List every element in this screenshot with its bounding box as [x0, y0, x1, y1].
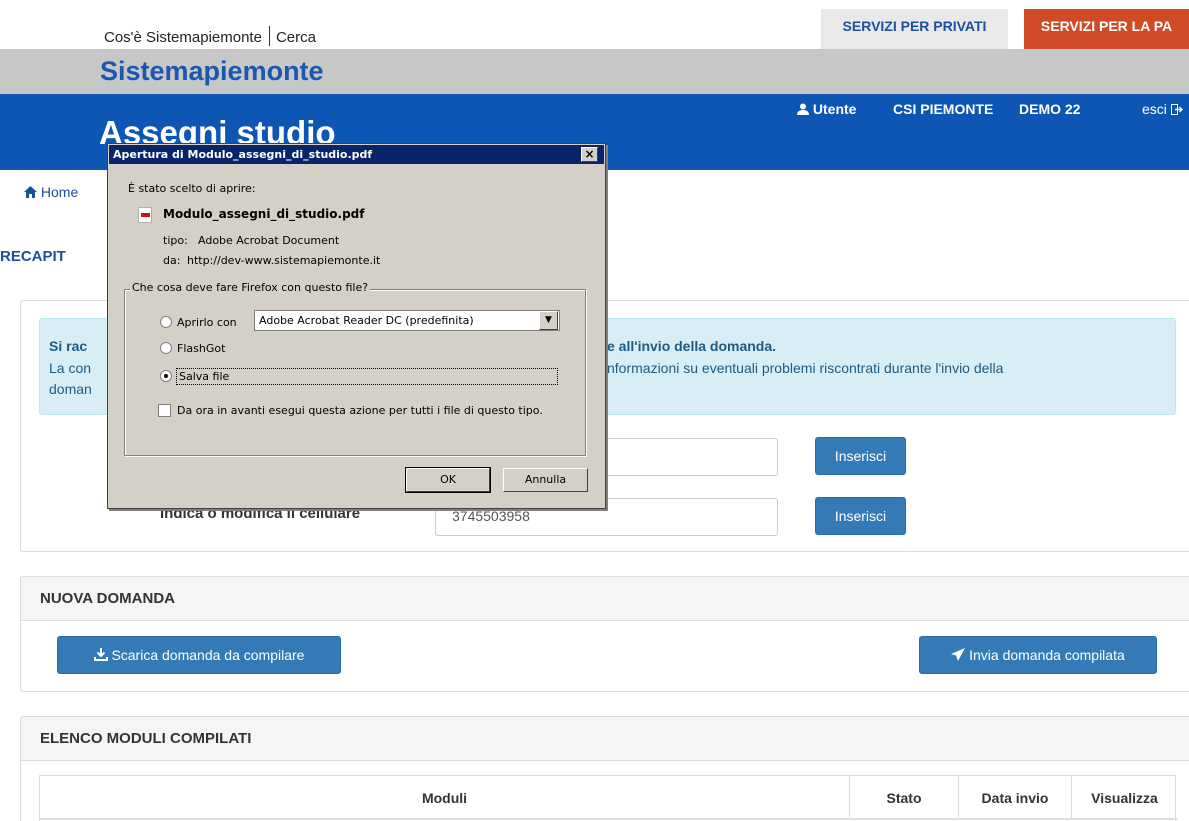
- send-icon: [951, 648, 966, 661]
- file-source-value: http://dev-www.sistemapiemonte.it: [187, 254, 381, 267]
- insert-cellphone-button[interactable]: Inserisci: [815, 497, 906, 535]
- tab-private-services[interactable]: SERVIZI PER PRIVATI: [821, 9, 1008, 49]
- user-icon: [797, 103, 809, 115]
- download-icon: [93, 648, 108, 661]
- file-source-label: da:: [163, 254, 181, 267]
- pdf-file-icon: [138, 207, 152, 223]
- open-file-dialog: Apertura di Modulo_assegni_di_studio.pdf…: [107, 143, 606, 509]
- alert-line2-start: La con: [49, 360, 92, 376]
- logout-link[interactable]: esci: [1142, 101, 1183, 117]
- logout-label: esci: [1142, 101, 1167, 117]
- user-label: Utente: [812, 101, 857, 117]
- new-application-title: NUOVA DOMANDA: [40, 590, 175, 607]
- forms-table: Moduli Stato Data invio Visualizza: [39, 775, 1177, 821]
- download-label: Scarica domanda da compilare: [111, 647, 305, 663]
- open-with-select[interactable]: Adobe Acrobat Reader DC (predefinita): [254, 310, 560, 331]
- profile-name: DEMO 22: [1019, 101, 1081, 117]
- file-type-value: Adobe Acrobat Document: [198, 234, 340, 247]
- tab-pa-services[interactable]: SERVIZI PER LA PA: [1024, 9, 1189, 49]
- remember-choice-checkbox[interactable]: [158, 404, 171, 417]
- action-group-title: Che cosa deve fare Firefox con questo fi…: [130, 281, 371, 294]
- file-name: Modulo_assegni_di_studio.pdf: [163, 207, 365, 221]
- download-application-button[interactable]: Scarica domanda da compilare: [57, 636, 341, 674]
- open-with-radio[interactable]: [160, 316, 172, 328]
- file-type-label: tipo:: [163, 234, 188, 247]
- home-icon: [24, 186, 37, 198]
- insert-email-button[interactable]: Inserisci: [815, 437, 906, 475]
- save-file-label[interactable]: Salva file: [176, 368, 558, 385]
- filled-forms-title: ELENCO MODULI COMPILATI: [40, 730, 252, 747]
- column-header-modules[interactable]: Moduli: [40, 776, 850, 820]
- remember-choice-label[interactable]: Da ora in avanti esegui questa azione pe…: [177, 404, 543, 417]
- ok-button[interactable]: OK: [405, 467, 491, 493]
- alert-line1-end: e all'invio della domanda.: [607, 338, 777, 354]
- flashgot-label[interactable]: FlashGot: [177, 342, 225, 355]
- new-application-panel: NUOVA DOMANDA: [20, 576, 1189, 692]
- recapiti-title: RECAPIT: [0, 248, 66, 265]
- save-file-radio[interactable]: [160, 370, 172, 382]
- column-header-send-date[interactable]: Data invio: [959, 776, 1072, 820]
- link-separator: [268, 26, 270, 46]
- breadcrumb-home[interactable]: Home: [24, 184, 78, 200]
- cancel-button[interactable]: Annulla: [503, 468, 588, 492]
- dialog-close-button[interactable]: ×: [581, 147, 598, 162]
- organization-name: CSI PIEMONTE: [893, 101, 994, 117]
- search-link[interactable]: Cerca: [276, 29, 316, 46]
- send-application-button[interactable]: Invia domanda compilata: [919, 636, 1157, 674]
- alert-line2-end: nformazioni su eventuali problemi riscon…: [607, 360, 1004, 376]
- open-with-label[interactable]: Aprirlo con: [177, 316, 237, 329]
- column-header-status[interactable]: Stato: [850, 776, 959, 820]
- panel-heading: NUOVA DOMANDA: [21, 577, 1189, 621]
- home-label: Home: [40, 184, 79, 200]
- user-menu[interactable]: Utente: [797, 101, 856, 117]
- chosen-to-open-label: È stato scelto di aprire:: [128, 182, 256, 195]
- send-label: Invia domanda compilata: [969, 647, 1125, 663]
- panel-heading: ELENCO MODULI COMPILATI: [21, 717, 1189, 761]
- top-bar: Cos'è Sistemapiemonte Cerca SERVIZI PER P…: [0, 0, 1189, 49]
- brand-logo[interactable]: Sistemapiemonte: [100, 56, 324, 87]
- top-links: Cos'è Sistemapiemonte Cerca: [104, 26, 316, 46]
- column-header-view[interactable]: Visualizza: [1072, 776, 1177, 820]
- flashgot-radio[interactable]: [160, 342, 172, 354]
- alert-line3-start: doman: [49, 381, 92, 397]
- dialog-title[interactable]: Apertura di Modulo_assegni_di_studio.pdf: [109, 145, 604, 164]
- brand-bar: Sistemapiemonte: [0, 49, 1189, 94]
- about-link[interactable]: Cos'è Sistemapiemonte: [104, 29, 262, 46]
- alert-line1-start: Si rac: [49, 338, 88, 354]
- logout-icon: [1170, 104, 1183, 115]
- chevron-down-icon[interactable]: ▼: [539, 311, 558, 330]
